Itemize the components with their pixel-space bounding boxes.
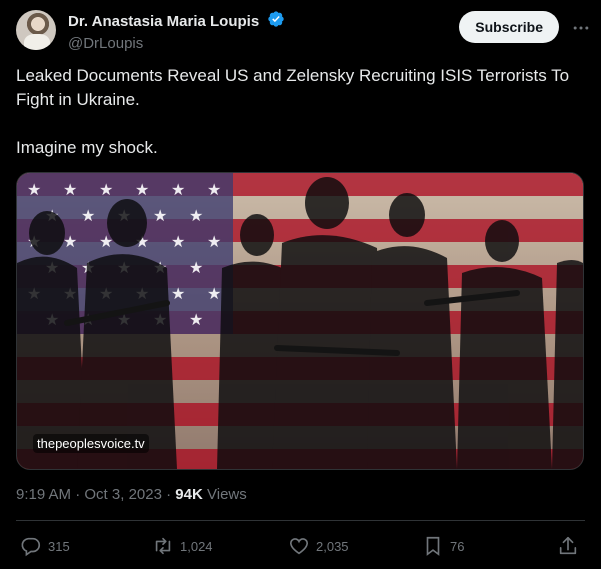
tweet-media-image[interactable]: ★★★★★★ ★★★★★ ★★★★★★ ★★★★★ ★★★★★★ ★★★★★ — [16, 172, 584, 470]
svg-text:★: ★ — [99, 180, 113, 199]
heart-icon — [288, 535, 310, 557]
tweet-header: Dr. Anastasia Maria Loupis @DrLoupis Sub… — [16, 10, 589, 54]
bookmark-button[interactable]: 76 — [422, 531, 464, 561]
reply-count: 315 — [48, 538, 70, 554]
tweet-time[interactable]: 9:19 AM — [16, 486, 71, 503]
svg-text:★: ★ — [171, 232, 185, 251]
flag-overlay-image: ★★★★★★ ★★★★★ ★★★★★★ ★★★★★ ★★★★★★ ★★★★★ — [17, 173, 583, 469]
svg-text:★: ★ — [189, 258, 203, 277]
svg-text:★: ★ — [189, 206, 203, 225]
like-count: 2,035 — [316, 538, 349, 554]
divider — [16, 520, 585, 521]
svg-text:★: ★ — [207, 232, 221, 251]
svg-text:★: ★ — [135, 180, 149, 199]
repost-count: 1,024 — [180, 538, 213, 554]
author-display-name[interactable]: Dr. Anastasia Maria Loupis — [68, 13, 259, 30]
reply-icon — [20, 535, 42, 557]
tweet-meta: 9:19 AM · Oct 3, 2023 · 94K Views — [16, 486, 247, 503]
share-icon — [557, 535, 579, 557]
meta-separator: · — [75, 486, 81, 503]
svg-text:★: ★ — [63, 232, 77, 251]
tweet-date[interactable]: Oct 3, 2023 — [84, 486, 162, 503]
author-block: Dr. Anastasia Maria Loupis @DrLoupis — [68, 10, 285, 52]
svg-text:★: ★ — [27, 180, 41, 199]
repost-icon — [152, 535, 174, 557]
tweet-text: Leaked Documents Reveal US and Zelensky … — [16, 66, 570, 157]
svg-text:★: ★ — [81, 206, 95, 225]
svg-text:★: ★ — [207, 284, 221, 303]
share-button[interactable] — [557, 531, 579, 561]
repost-button[interactable]: 1,024 — [152, 531, 213, 561]
like-button[interactable]: 2,035 — [288, 531, 349, 561]
author-handle[interactable]: @DrLoupis — [68, 35, 285, 52]
svg-text:★: ★ — [171, 180, 185, 199]
svg-text:★: ★ — [63, 180, 77, 199]
views-label: Views — [207, 486, 247, 503]
bookmark-icon — [422, 535, 444, 557]
action-bar: 315 1,024 2,035 76 — [16, 531, 585, 561]
svg-text:★: ★ — [189, 310, 203, 329]
svg-text:★: ★ — [207, 180, 221, 199]
views-count: 94K — [175, 486, 203, 503]
svg-text:★: ★ — [153, 206, 167, 225]
media-source-label: thepeoplesvoice.tv — [33, 434, 149, 453]
meta-separator: · — [166, 486, 172, 503]
avatar[interactable] — [16, 10, 56, 50]
more-options-icon[interactable] — [571, 18, 591, 43]
reply-button[interactable]: 315 — [20, 531, 70, 561]
bookmark-count: 76 — [450, 538, 465, 554]
verified-badge-icon — [267, 10, 285, 33]
subscribe-button[interactable]: Subscribe — [459, 11, 559, 43]
svg-text:★: ★ — [171, 284, 185, 303]
